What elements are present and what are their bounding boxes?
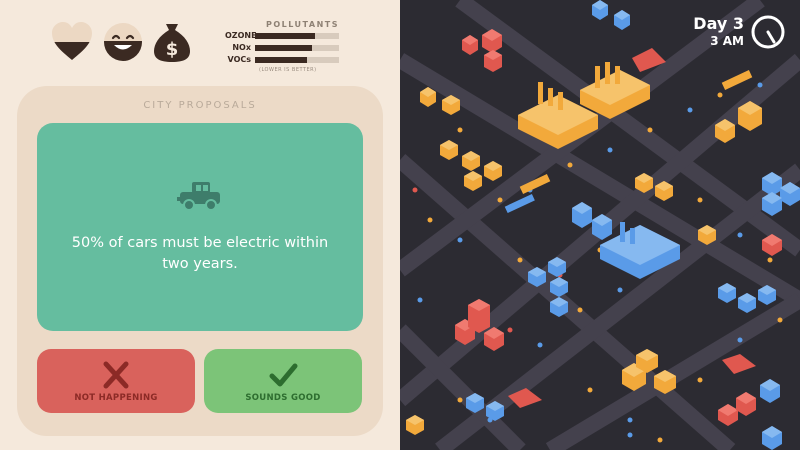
- building: [462, 151, 480, 171]
- building: [440, 140, 458, 160]
- building: [718, 404, 738, 426]
- building: [484, 161, 502, 181]
- building: [736, 392, 756, 416]
- city-map[interactable]: Day 3 3 AM: [400, 0, 800, 450]
- pollutant-row-nox: NOx: [225, 42, 350, 53]
- pollutants-meter: POLLUTANTS OZONE NOx VOCs (LOWER IS BETT…: [225, 20, 350, 73]
- sounds-good-label: SOUNDS GOOD: [245, 393, 321, 403]
- pollutants-title: POLLUTANTS: [265, 20, 339, 29]
- pollutant-label: NOx: [232, 43, 251, 52]
- building: [406, 415, 424, 435]
- pollutant-bar: [255, 32, 339, 39]
- city-map-canvas: [400, 0, 800, 450]
- pollutant-row-ozone: OZONE: [225, 30, 350, 41]
- heart-icon: [52, 22, 92, 60]
- building: [718, 283, 736, 303]
- check-icon: [269, 363, 298, 387]
- pollutant-fill: [255, 56, 308, 63]
- pollutant-fill: [255, 44, 313, 51]
- pollutant-label: OZONE: [225, 31, 257, 40]
- city-proposals-panel: CITY PROPOSALS 50% of cars must be elect…: [17, 86, 383, 436]
- not-happening-button[interactable]: NOT HAPPENING: [37, 349, 195, 413]
- left-panel: $ POLLUTANTS OZONE NOx VOCs (LOWER IS BE…: [0, 0, 400, 450]
- building: [722, 354, 756, 374]
- clock-icon: [751, 15, 785, 49]
- money-symbol: $: [166, 39, 179, 60]
- building: [592, 0, 608, 20]
- pollutant-bar: [255, 56, 339, 63]
- face-icon: [104, 23, 142, 61]
- building: [762, 426, 782, 450]
- pollutant-fill: [255, 32, 316, 39]
- building: [484, 50, 502, 72]
- pollutant-row-vocs: VOCs: [225, 54, 350, 65]
- money-bag-icon: $: [154, 24, 190, 62]
- building: [572, 202, 592, 228]
- proposals-title: CITY PROPOSALS: [143, 100, 257, 111]
- time-label: 3 AM: [710, 34, 744, 48]
- x-icon: [103, 361, 129, 389]
- pollutants-note: (LOWER IS BETTER): [259, 67, 317, 73]
- building: [468, 299, 490, 333]
- building: [464, 171, 482, 191]
- pollutant-bar: [255, 44, 339, 51]
- truck: [721, 70, 753, 90]
- building: [420, 87, 436, 107]
- building: [462, 35, 478, 55]
- building: [760, 379, 780, 403]
- proposal-text: 50% of cars must be electric within two …: [71, 235, 329, 272]
- not-happening-label: NOT HAPPENING: [74, 393, 158, 403]
- proposal-card: 50% of cars must be electric within two …: [37, 123, 363, 331]
- sounds-good-button[interactable]: SOUNDS GOOD: [204, 349, 362, 413]
- car-icon: [177, 182, 220, 211]
- building: [738, 293, 756, 313]
- pollutant-label: VOCs: [227, 55, 251, 64]
- building: [614, 10, 630, 30]
- day-label: Day 3: [693, 14, 744, 33]
